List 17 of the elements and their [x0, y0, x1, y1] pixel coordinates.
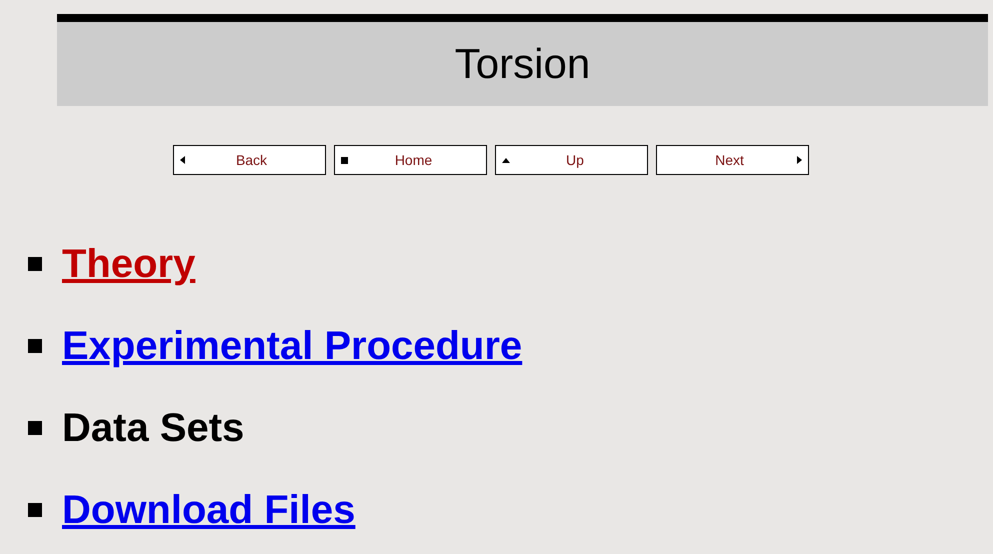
list-text: Data Sets [62, 405, 244, 452]
square-icon [340, 156, 348, 164]
nav-button[interactable]: Home [334, 145, 486, 175]
bullet-icon [28, 257, 42, 271]
left-triangle-icon [180, 156, 184, 164]
right-triangle-icon [796, 156, 802, 164]
nav-button[interactable]: Back [172, 145, 326, 175]
nav-button[interactable]: Next [656, 145, 808, 175]
link[interactable]: Theory [62, 234, 196, 294]
nav-button[interactable]: Up [494, 145, 648, 175]
bullet-icon [28, 503, 42, 517]
link[interactable]: Experimental Procedure [62, 316, 522, 376]
link[interactable]: Download Files [62, 480, 356, 540]
up-triangle-icon [502, 158, 510, 162]
bullet-icon [28, 339, 42, 353]
page-title: Torsion [454, 43, 590, 85]
bullet-icon [28, 421, 42, 435]
